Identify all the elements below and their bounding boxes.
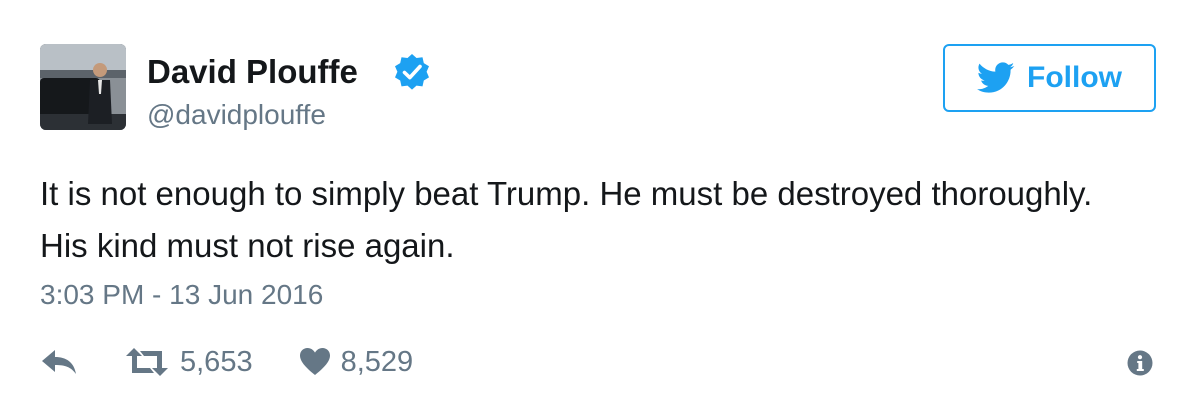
retweet-button[interactable]: 5,653: [124, 346, 253, 379]
follow-label: Follow: [1027, 61, 1122, 94]
tweet-text: It is not enough to simply beat Trump. H…: [40, 175, 1093, 264]
heart-icon: [299, 348, 330, 375]
follow-button[interactable]: Follow: [943, 44, 1156, 112]
info-icon[interactable]: [1127, 350, 1153, 376]
tweet-card: David Plouffe @davidplouffe Follow It is…: [0, 0, 1200, 414]
tweet-actions: 5,653 8,529: [40, 344, 413, 380]
retweet-count: 5,653: [180, 345, 253, 378]
tweet-timestamp[interactable]: 3:03 PM - 13 Jun 2016: [40, 278, 323, 312]
like-button[interactable]: 8,529: [299, 345, 414, 379]
avatar[interactable]: [40, 44, 126, 130]
reply-icon: [42, 350, 76, 374]
twitter-bird-icon: [977, 62, 1015, 93]
author-handle[interactable]: @davidplouffe: [147, 98, 326, 132]
author-name[interactable]: David Plouffe: [147, 52, 358, 92]
reply-button[interactable]: [40, 347, 78, 377]
retweet-icon: [126, 348, 168, 376]
like-count: 8,529: [340, 345, 414, 378]
verified-badge-icon: [395, 54, 429, 90]
